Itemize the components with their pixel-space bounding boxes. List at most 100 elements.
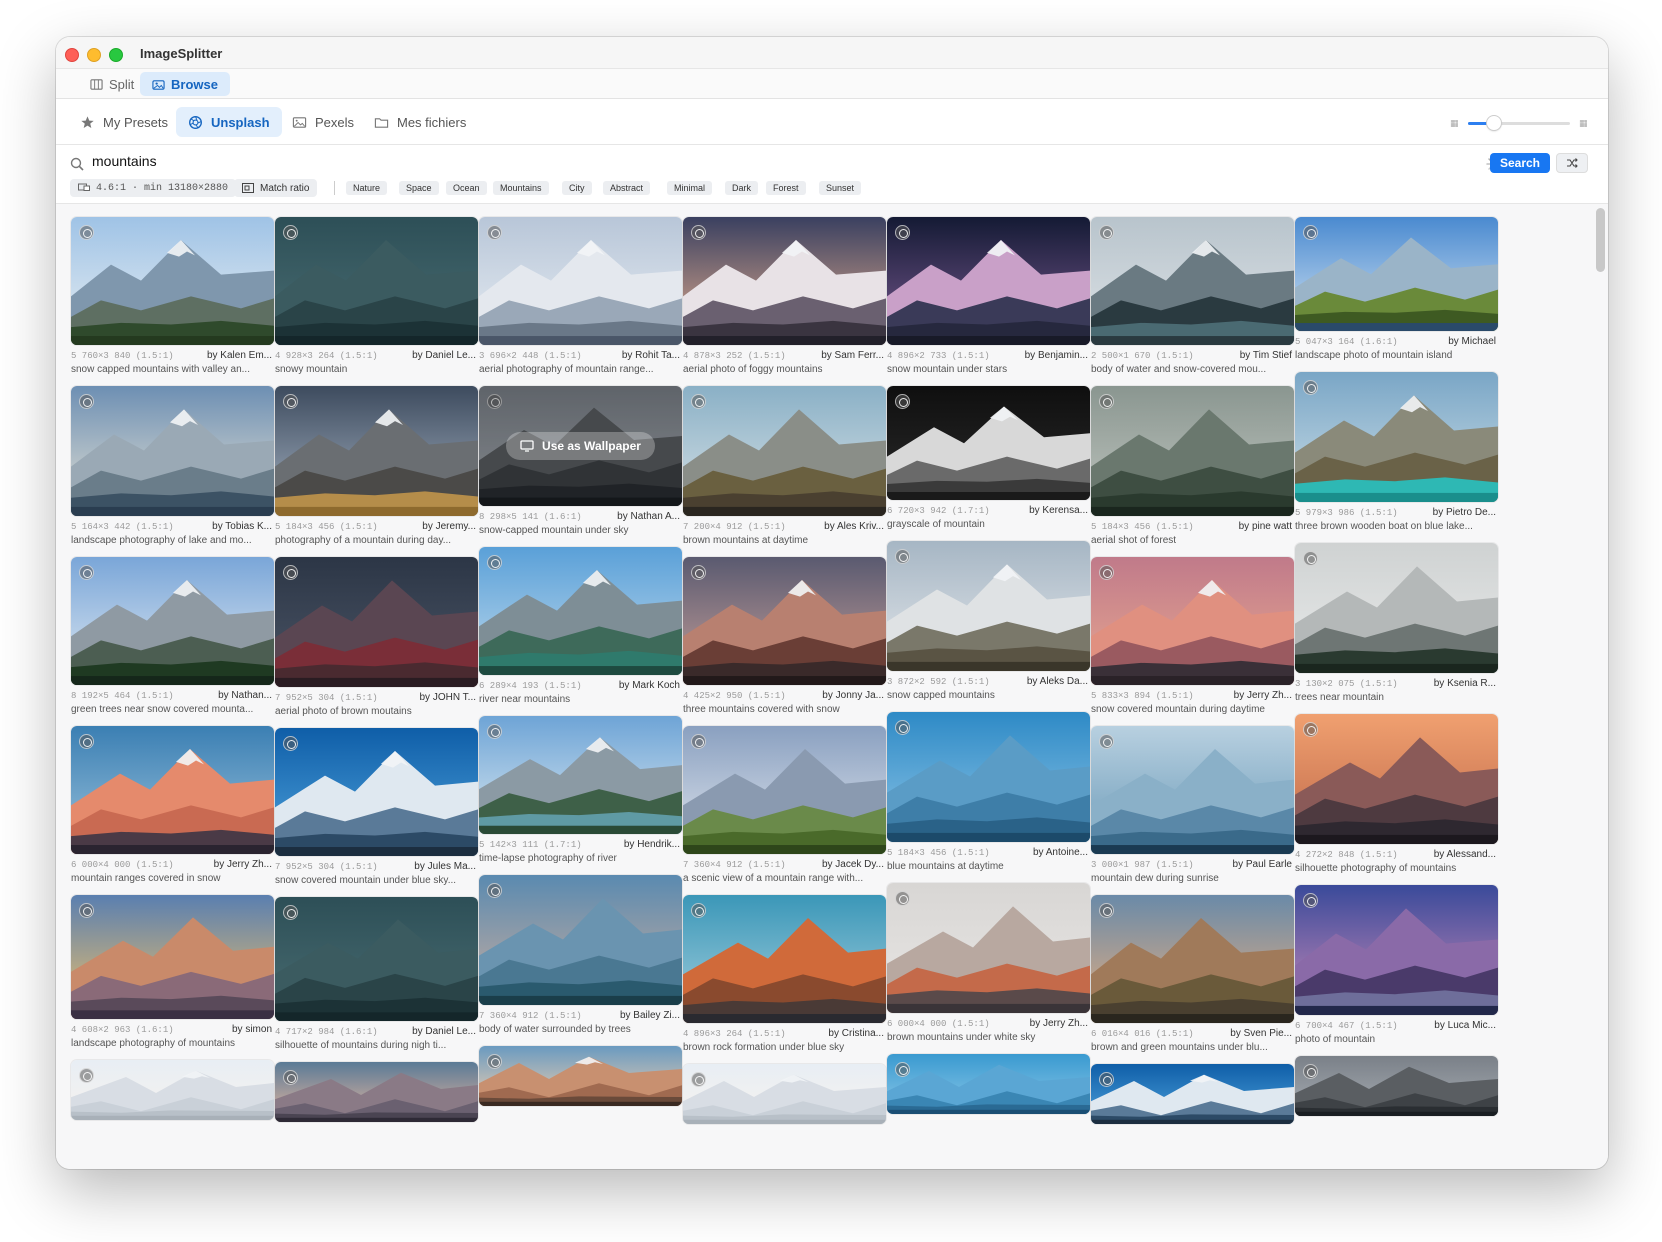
- photo-card[interactable]: Use as Wallpaper 8 298×5 141 (1.6:1) by Na…: [479, 386, 682, 536]
- tag-chip[interactable]: Mountains: [493, 181, 549, 195]
- photo-thumbnail[interactable]: [1091, 1064, 1294, 1124]
- photo-card[interactable]: 5 047×3 164 (1.6:1) by Michael landscape p…: [1295, 217, 1498, 361]
- photo-card[interactable]: 7 360×4 912 (1.5:1) by Bailey Zi... body o…: [479, 875, 682, 1035]
- photo-card[interactable]: [1295, 1056, 1498, 1116]
- photo-thumbnail[interactable]: [479, 217, 682, 345]
- tag-chip[interactable]: Sunset: [819, 181, 862, 195]
- photo-author[interactable]: by Jerry Zh...: [214, 859, 274, 870]
- photo-card[interactable]: 6 016×4 016 (1.5:1) by Sven Pie... brown a…: [1091, 895, 1294, 1053]
- source-pexels[interactable]: Pexels: [280, 107, 366, 137]
- source-unsplash[interactable]: Unsplash: [176, 107, 282, 137]
- photo-card[interactable]: [275, 1062, 478, 1122]
- photo-thumbnail[interactable]: [887, 883, 1090, 1013]
- photo-author[interactable]: by Nathan A...: [617, 511, 682, 522]
- photo-author[interactable]: by Ales Kriv...: [824, 521, 886, 532]
- photo-card[interactable]: 4 425×2 950 (1.5:1) by Jonny Ja... three m…: [683, 557, 886, 715]
- photo-card[interactable]: 4 928×3 264 (1.5:1) by Daniel Le... snowy …: [275, 217, 478, 375]
- tab-browse[interactable]: Browse: [140, 72, 230, 96]
- photo-thumbnail[interactable]: [275, 1062, 478, 1122]
- photo-card[interactable]: 5 979×3 986 (1.5:1) by Pietro De... three …: [1295, 372, 1498, 532]
- thumbnail-size-slider[interactable]: ▦ ▦: [1450, 116, 1588, 130]
- source-mes-fichiers[interactable]: Mes fichiers: [362, 107, 478, 137]
- photo-thumbnail[interactable]: [1295, 1056, 1498, 1116]
- photo-card[interactable]: 6 700×4 467 (1.5:1) by Luca Mic... photo o…: [1295, 885, 1498, 1045]
- photo-author[interactable]: by Ksenia R...: [1434, 678, 1498, 689]
- photo-thumbnail[interactable]: [71, 726, 274, 854]
- photo-card[interactable]: 6 000×4 000 (1.5:1) by Jerry Zh... mountai…: [71, 726, 274, 884]
- photo-thumbnail[interactable]: [683, 1064, 886, 1124]
- search-input[interactable]: [92, 153, 792, 169]
- photo-author[interactable]: by Mark Koch: [619, 680, 682, 691]
- photo-card[interactable]: [683, 1064, 886, 1124]
- tag-chip[interactable]: Abstract: [603, 181, 651, 195]
- photo-card[interactable]: 4 272×2 848 (1.5:1) by Alessand... silhoue…: [1295, 714, 1498, 874]
- photo-card[interactable]: [1091, 1064, 1294, 1124]
- photo-thumbnail[interactable]: [479, 1046, 682, 1106]
- zoom-window-button[interactable]: [109, 48, 123, 62]
- photo-author[interactable]: by Kalen Em...: [207, 350, 274, 361]
- photo-thumbnail[interactable]: [479, 716, 682, 834]
- photo-author[interactable]: by Hendrik...: [624, 839, 682, 850]
- photo-thumbnail[interactable]: [275, 217, 478, 345]
- photo-thumbnail[interactable]: [71, 557, 274, 685]
- photo-card[interactable]: 3 000×1 987 (1.5:1) by Paul Earle mountain…: [1091, 726, 1294, 884]
- photo-thumbnail[interactable]: [71, 895, 274, 1019]
- photo-author[interactable]: by Benjamin...: [1025, 350, 1090, 361]
- photo-card[interactable]: 4 878×3 252 (1.5:1) by Sam Ferr... aerial …: [683, 217, 886, 375]
- photo-thumbnail[interactable]: [275, 386, 478, 516]
- photo-thumbnail[interactable]: [479, 547, 682, 675]
- match-ratio-toggle[interactable]: Match ratio: [234, 179, 318, 197]
- photo-thumbnail[interactable]: [887, 1054, 1090, 1114]
- photo-author[interactable]: by Michael: [1448, 336, 1498, 347]
- photo-thumbnail[interactable]: [1295, 885, 1498, 1015]
- tag-chip[interactable]: Ocean: [446, 181, 487, 195]
- photo-card[interactable]: 4 896×2 733 (1.5:1) by Benjamin... snow mo…: [887, 217, 1090, 375]
- photo-thumbnail[interactable]: [71, 1060, 274, 1120]
- photo-card[interactable]: [479, 1046, 682, 1106]
- photo-author[interactable]: by Kerensa...: [1029, 505, 1090, 516]
- source-my-presets[interactable]: My Presets: [68, 107, 180, 137]
- photo-thumbnail[interactable]: [683, 895, 886, 1023]
- photo-author[interactable]: by Daniel Le...: [412, 1026, 478, 1037]
- photo-author[interactable]: by Daniel Le...: [412, 350, 478, 361]
- gallery-scrollbar[interactable]: [1596, 208, 1605, 272]
- tag-chip[interactable]: City: [562, 181, 592, 195]
- photo-thumbnail[interactable]: Use as Wallpaper: [479, 386, 682, 506]
- photo-author[interactable]: by Tobias K...: [212, 521, 274, 532]
- search-button[interactable]: Search: [1489, 153, 1550, 173]
- photo-thumbnail[interactable]: [1091, 895, 1294, 1023]
- photo-author[interactable]: by Aleks Da...: [1027, 676, 1090, 687]
- photo-card[interactable]: 4 896×3 264 (1.5:1) by Cristina... brown r…: [683, 895, 886, 1053]
- photo-card[interactable]: 5 184×3 456 (1.5:1) by Antoine... blue mou…: [887, 712, 1090, 872]
- tab-split[interactable]: Split: [78, 72, 146, 96]
- minimize-window-button[interactable]: [87, 48, 101, 62]
- photo-author[interactable]: by Jerry Zh...: [1030, 1018, 1090, 1029]
- photo-card[interactable]: 7 952×5 304 (1.5:1) by Jules Ma... snow co…: [275, 728, 478, 886]
- photo-thumbnail[interactable]: [275, 557, 478, 687]
- close-window-button[interactable]: [65, 48, 79, 62]
- photo-card[interactable]: 4 717×2 984 (1.6:1) by Daniel Le... silhou…: [275, 897, 478, 1051]
- photo-thumbnail[interactable]: [1295, 217, 1498, 331]
- photo-card[interactable]: 7 360×4 912 (1.5:1) by Jacek Dy... a sceni…: [683, 726, 886, 884]
- photo-author[interactable]: by Sam Ferr...: [821, 350, 886, 361]
- photo-author[interactable]: by Jeremy...: [422, 521, 478, 532]
- photo-author[interactable]: by Jonny Ja...: [822, 690, 886, 701]
- photo-author[interactable]: by Tim Stief: [1240, 350, 1294, 361]
- photo-thumbnail[interactable]: [275, 897, 478, 1021]
- photo-thumbnail[interactable]: [1295, 543, 1498, 673]
- photo-author[interactable]: by Paul Earle: [1233, 859, 1294, 870]
- photo-card[interactable]: 5 833×3 894 (1.5:1) by Jerry Zh... snow co…: [1091, 557, 1294, 715]
- shuffle-button[interactable]: [1556, 153, 1588, 173]
- photo-author[interactable]: by Jacek Dy...: [822, 859, 886, 870]
- photo-card[interactable]: 5 164×3 442 (1.5:1) by Tobias K... landsca…: [71, 386, 274, 546]
- photo-card[interactable]: 7 200×4 912 (1.5:1) by Ales Kriv... brown …: [683, 386, 886, 546]
- photo-card[interactable]: 6 289×4 193 (1.5:1) by Mark Koch river nea…: [479, 547, 682, 705]
- photo-thumbnail[interactable]: [887, 712, 1090, 842]
- photo-author[interactable]: by Antoine...: [1033, 847, 1090, 858]
- photo-card[interactable]: 5 760×3 840 (1.5:1) by Kalen Em... snow ca…: [71, 217, 274, 375]
- photo-author[interactable]: by pine watt: [1239, 521, 1294, 532]
- photo-thumbnail[interactable]: [1091, 386, 1294, 516]
- photo-card[interactable]: 6 000×4 000 (1.5:1) by Jerry Zh... brown m…: [887, 883, 1090, 1043]
- photo-author[interactable]: by Cristina...: [828, 1028, 886, 1039]
- tag-chip[interactable]: Dark: [725, 181, 759, 195]
